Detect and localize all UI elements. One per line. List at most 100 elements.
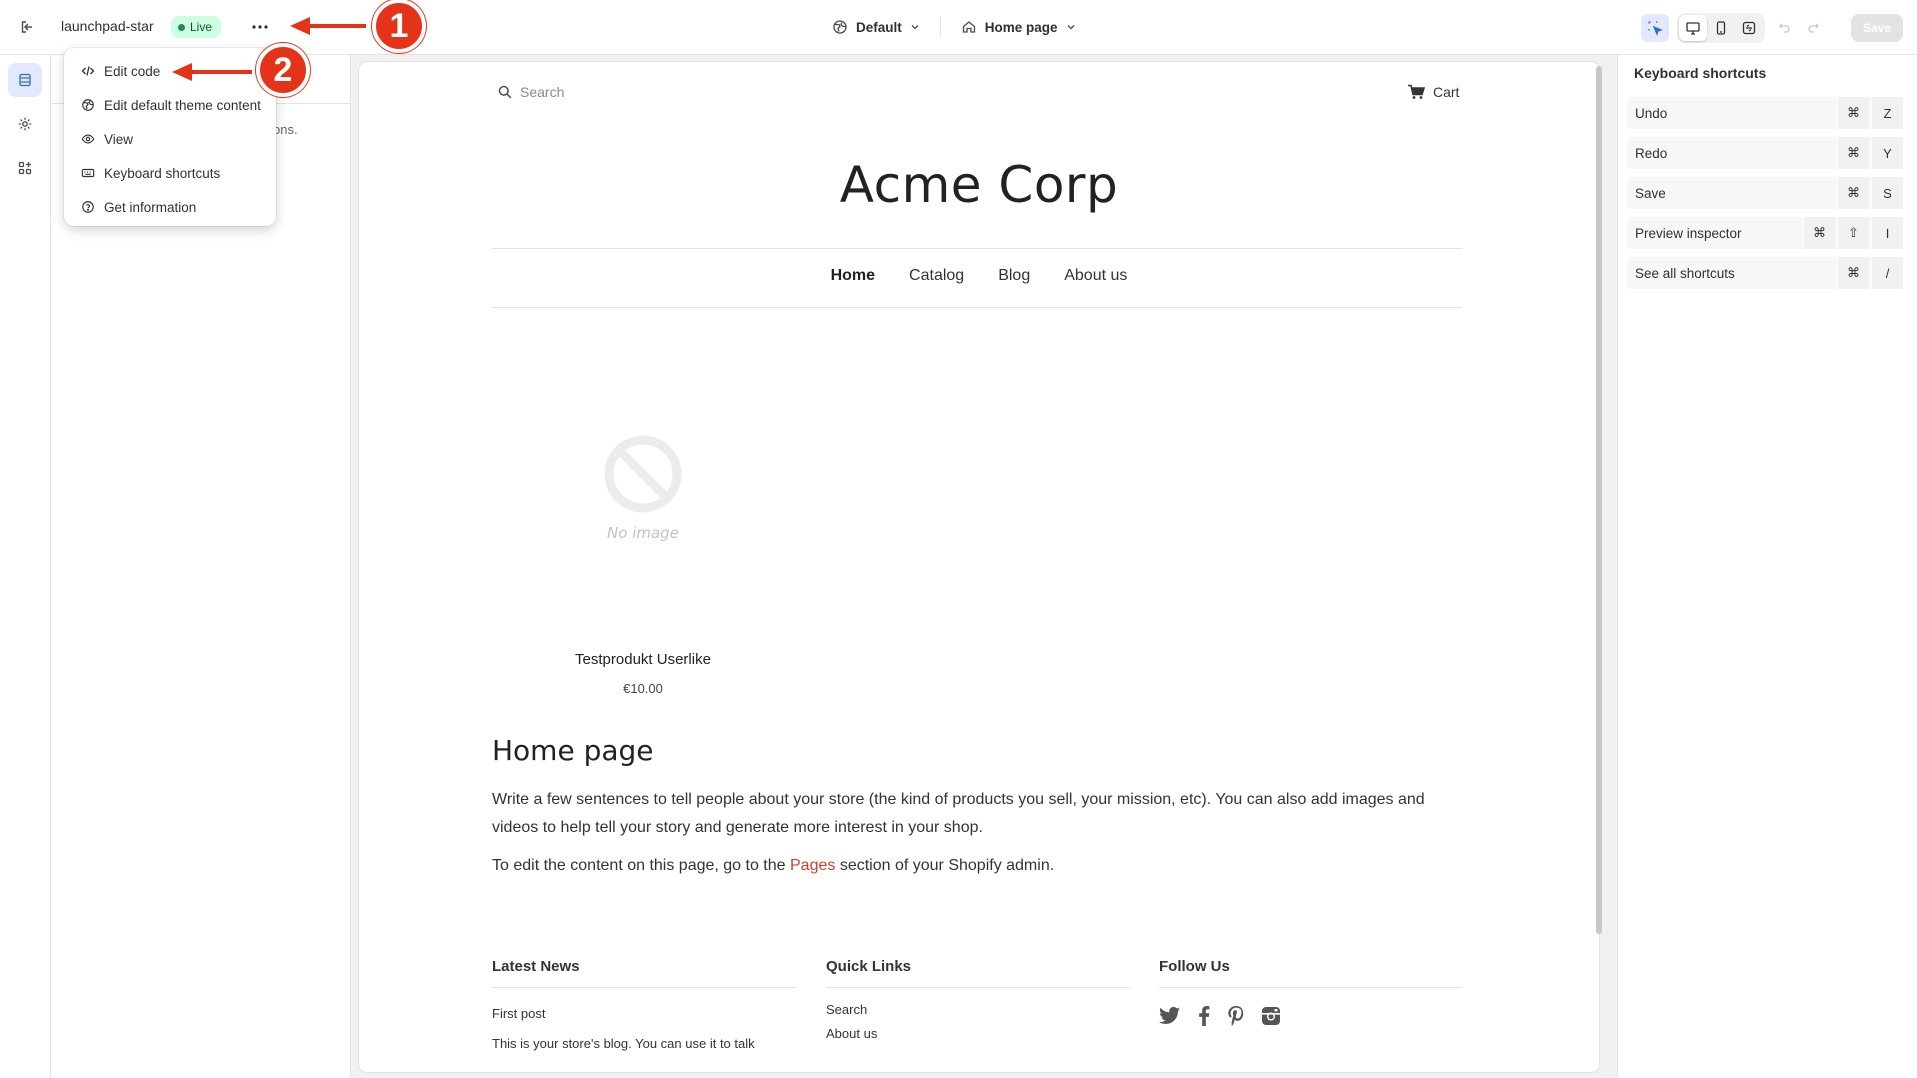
nav-item-about-us[interactable]: About us (1064, 267, 1127, 285)
menu-item-label: View (104, 131, 134, 147)
shortcut-keys: ⌘ Z (1837, 97, 1903, 129)
nav-item-home[interactable]: Home (831, 267, 875, 285)
command-key: ⌘ (1837, 257, 1869, 289)
page-paragraph-edit-note: To edit the content on this page, go to … (492, 852, 1462, 880)
globe-icon (833, 20, 847, 34)
template-selector[interactable]: Default (826, 19, 926, 35)
annotation-step-2: 2 (256, 43, 310, 97)
apps-icon (18, 161, 32, 175)
twitter-icon[interactable] (1159, 1006, 1181, 1026)
command-key: ⌘ (1837, 177, 1869, 209)
footer-link-search[interactable]: Search (826, 1002, 1130, 1017)
question-circle-icon (80, 199, 96, 215)
instagram-icon[interactable] (1261, 1006, 1281, 1026)
pinterest-icon[interactable] (1227, 1006, 1245, 1026)
footer-latest-news: Latest News First post This is your stor… (492, 958, 796, 1053)
store-nav: Home Catalog Blog About us (359, 267, 1599, 285)
divider (492, 248, 1462, 249)
mobile-view-button[interactable] (1707, 15, 1735, 41)
command-key: ⌘ (1803, 217, 1835, 249)
nav-item-blog[interactable]: Blog (998, 267, 1030, 285)
keyboard-shortcuts-panel: Keyboard shortcuts Undo ⌘ Z Redo ⌘ Y Sav… (1617, 55, 1917, 1078)
store-search[interactable]: Search (498, 84, 564, 100)
ellipsis-icon (252, 25, 268, 29)
redo-button[interactable] (1799, 14, 1827, 42)
code-icon (80, 63, 96, 79)
preview-scrollbar[interactable] (1596, 66, 1602, 934)
divider (939, 17, 941, 37)
apps-button[interactable] (8, 151, 42, 185)
redo-icon (1808, 23, 1819, 33)
footer-heading: Follow Us (1159, 958, 1463, 988)
footer-link-about-us[interactable]: About us (826, 1026, 1130, 1041)
menu-item-label: Get information (104, 199, 197, 215)
page-selector[interactable]: Home page (955, 19, 1082, 35)
store-search-placeholder: Search (520, 84, 565, 100)
panel-title: Keyboard shortcuts (1634, 65, 1767, 81)
toolbar-right (1641, 13, 1827, 43)
social-icons (1159, 1006, 1463, 1026)
command-key: ⌘ (1837, 97, 1869, 129)
pages-link[interactable]: Pages (790, 857, 835, 874)
preview-frame[interactable]: Search Cart Acme Corp Home Catalog Blog … (359, 62, 1599, 1072)
key: Y (1871, 137, 1903, 169)
template-selector-label: Default (856, 19, 902, 35)
menu-item-view[interactable]: View (70, 122, 270, 156)
annotation-arrow-icon (172, 63, 252, 81)
facebook-icon[interactable] (1197, 1006, 1211, 1026)
expand-icon (1742, 21, 1756, 35)
keyboard-icon (80, 165, 96, 181)
annotation-arrow-icon (290, 17, 366, 35)
shortcut-row-redo: Redo ⌘ Y (1627, 137, 1903, 169)
annotation-step-1: 1 (372, 0, 426, 53)
store-cart-label: Cart (1433, 84, 1460, 100)
chevron-down-icon (1067, 25, 1075, 30)
shortcut-label: Undo (1635, 105, 1668, 121)
blog-post-excerpt: This is your store's blog. You can use i… (492, 1036, 755, 1051)
live-badge-label: Live (190, 20, 213, 34)
exit-icon[interactable] (14, 14, 40, 40)
divider (492, 307, 1462, 308)
shortcut-label: Redo (1635, 145, 1668, 161)
globe-icon (80, 97, 96, 113)
left-rail (0, 55, 51, 1078)
footer-heading: Quick Links (826, 958, 1130, 988)
menu-item-label: Edit code (104, 63, 161, 79)
desktop-view-button[interactable] (1679, 15, 1707, 41)
blog-post-title[interactable]: First post (492, 1006, 796, 1021)
mobile-icon (1716, 21, 1726, 35)
fullscreen-view-button[interactable] (1735, 15, 1763, 41)
nav-item-catalog[interactable]: Catalog (909, 267, 964, 285)
more-actions-button[interactable] (246, 14, 274, 40)
no-image-placeholder-icon[interactable] (603, 434, 683, 514)
search-icon (498, 85, 512, 99)
store-title[interactable]: Acme Corp (359, 156, 1599, 214)
home-icon (962, 21, 975, 33)
shortcut-keys: ⌘ ⇧ I (1803, 217, 1903, 249)
menu-item-label: Keyboard shortcuts (104, 165, 221, 181)
shift-key: ⇧ (1837, 217, 1869, 249)
save-button[interactable]: Save (1851, 14, 1903, 42)
undo-button[interactable] (1771, 14, 1799, 42)
theme-name: launchpad-star (61, 18, 154, 34)
shortcut-row-save: Save ⌘ S (1627, 177, 1903, 209)
cursor-select-icon (1648, 21, 1663, 36)
desktop-icon (1686, 22, 1700, 35)
menu-item-get-information[interactable]: Get information (70, 190, 270, 224)
live-badge: Live (171, 16, 222, 38)
theme-settings-button[interactable] (8, 107, 42, 141)
text-segment: To edit the content on this page, go to … (492, 857, 790, 874)
footer-heading: Latest News (492, 958, 796, 988)
inspector-toggle-button[interactable] (1641, 14, 1669, 42)
page-paragraph: Write a few sentences to tell people abo… (492, 791, 1425, 836)
product-name[interactable]: Testprodukt Userlike (539, 651, 747, 668)
live-dot-icon (178, 23, 185, 31)
store-cart-link[interactable]: Cart (1407, 84, 1459, 100)
menu-item-keyboard-shortcuts[interactable]: Keyboard shortcuts (70, 156, 270, 190)
menu-item-edit-default-theme-content[interactable]: Edit default theme content (70, 88, 270, 122)
sections-button[interactable] (8, 63, 42, 97)
shortcut-label: Save (1635, 185, 1666, 201)
command-key: ⌘ (1837, 137, 1869, 169)
no-image-label: No image (607, 524, 679, 542)
key: S (1871, 177, 1903, 209)
